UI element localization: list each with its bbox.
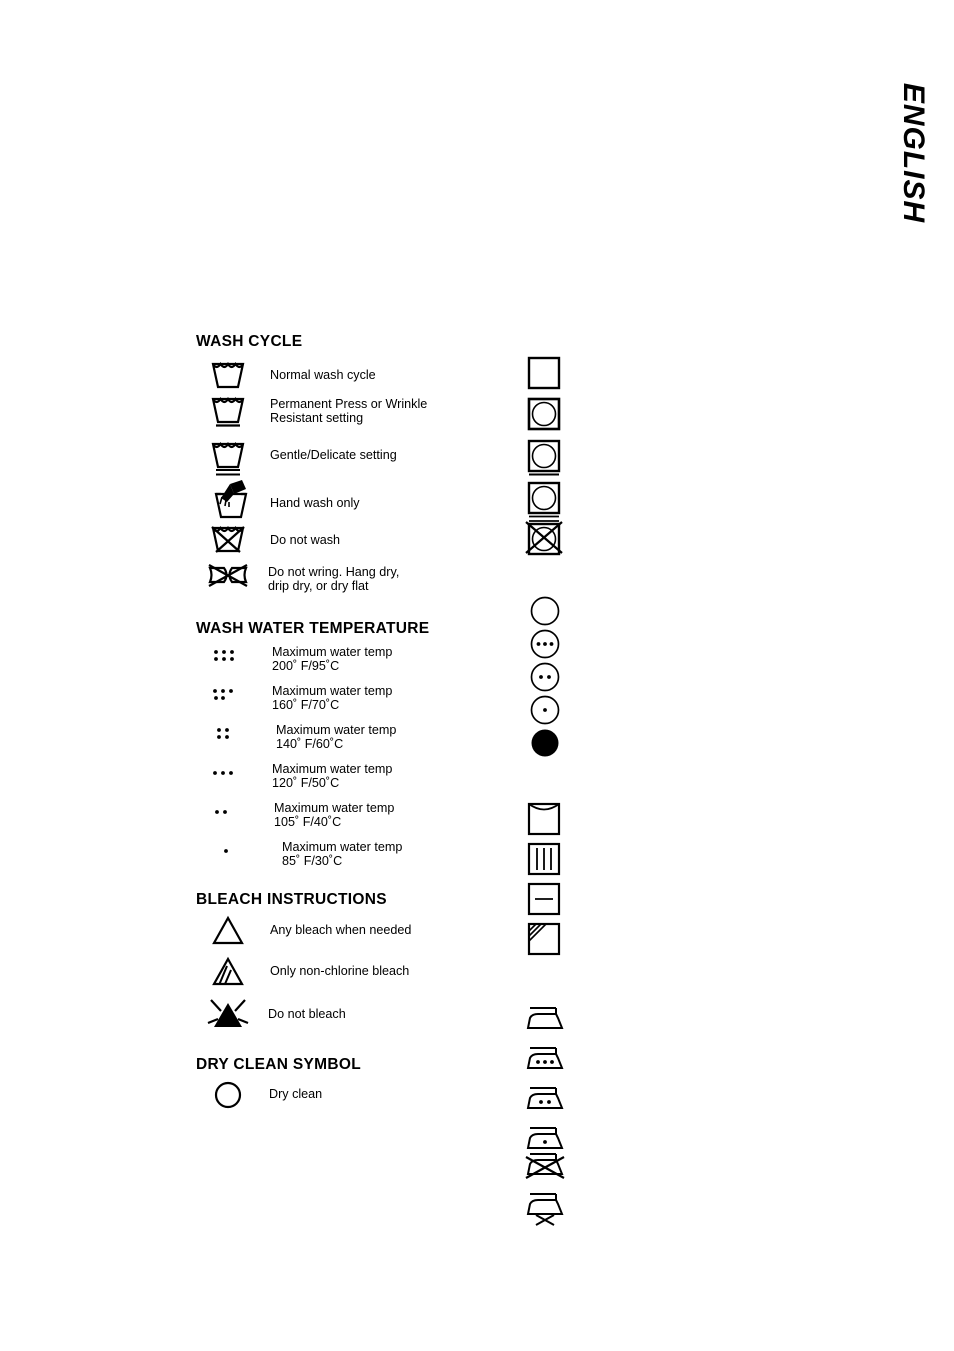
entry-label: Maximum water temp bbox=[272, 645, 393, 659]
entry-label-line2: 105˚ F/40˚C bbox=[274, 815, 342, 829]
iron-icon bbox=[524, 1004, 566, 1034]
dryclean-filled-icon bbox=[529, 727, 563, 759]
entry-label-line2: 200˚ F/95˚C bbox=[272, 659, 340, 673]
washtub-crossed-icon bbox=[208, 524, 248, 556]
entry-label: Do not bleach bbox=[268, 1007, 346, 1021]
iron-two-dots-icon bbox=[524, 1084, 566, 1114]
dryclean-three-dots-icon bbox=[529, 628, 563, 660]
section-title-bleach-instructions: BLEACH INSTRUCTIONS bbox=[196, 891, 387, 908]
five-dots-icon bbox=[210, 684, 242, 708]
do-not-wring-icon bbox=[206, 562, 252, 592]
four-dots-icon bbox=[214, 723, 246, 747]
square-icon bbox=[527, 356, 563, 390]
dryclean-circle-icon bbox=[529, 595, 563, 627]
entry-label-line2: 160˚ F/70˚C bbox=[272, 698, 340, 712]
entry-label: Normal wash cycle bbox=[270, 368, 376, 382]
six-dots-icon bbox=[210, 645, 242, 669]
tumble-dry-one-bar-icon bbox=[527, 439, 563, 479]
entry-label: Any bleach when needed bbox=[270, 923, 412, 937]
hang-dry-icon bbox=[527, 802, 563, 836]
entry-label: Do not wring. Hang dry, bbox=[268, 565, 400, 579]
tumble-dry-two-bar-icon bbox=[527, 481, 563, 525]
washtub-hand-icon bbox=[208, 478, 254, 522]
triangle-icon bbox=[208, 915, 248, 947]
tumble-dry-crossed-icon bbox=[525, 521, 563, 558]
entry-label-line2: 85˚ F/30˚C bbox=[282, 854, 343, 868]
entry-label-line2: drip dry, or dry flat bbox=[268, 579, 369, 593]
tumble-dry-icon bbox=[527, 397, 563, 431]
entry-label-line2: Resistant setting bbox=[270, 411, 364, 425]
entry-label: Only non-chlorine bleach bbox=[270, 964, 410, 978]
iron-three-dots-icon bbox=[524, 1044, 566, 1074]
triangle-filled-icon bbox=[206, 997, 250, 1031]
circle-icon bbox=[212, 1080, 246, 1110]
entry-label: Dry clean bbox=[269, 1087, 323, 1101]
entry-label: Maximum water temp bbox=[272, 684, 393, 698]
drip-dry-icon bbox=[527, 842, 563, 876]
three-dots-icon bbox=[210, 762, 242, 786]
washtub-two-bar-icon bbox=[208, 440, 248, 478]
entry-label: Maximum water temp bbox=[276, 723, 397, 737]
no-steam-iron-icon bbox=[524, 1190, 570, 1230]
washtub-icon bbox=[208, 360, 248, 390]
entry-label: Hand wash only bbox=[270, 496, 360, 510]
do-not-iron-icon bbox=[524, 1150, 570, 1188]
section-title-wash-water-temperature: WASH WATER TEMPERATURE bbox=[196, 620, 430, 637]
dryclean-two-dots-icon bbox=[529, 661, 563, 693]
entry-label: Maximum water temp bbox=[282, 840, 403, 854]
dry-in-shade-icon bbox=[527, 922, 563, 956]
triangle-striped-icon bbox=[208, 956, 248, 988]
entry-label-line2: 140˚ F/60˚C bbox=[276, 737, 344, 751]
entry-label: Maximum water temp bbox=[274, 801, 395, 815]
entry-label: Maximum water temp bbox=[272, 762, 393, 776]
care-symbol-sheet: WASH CYCLE Normal wash cycle Permanent P… bbox=[0, 0, 954, 1351]
section-title-dry-clean-symbol: DRY CLEAN SYMBOL bbox=[196, 1056, 361, 1073]
dryclean-one-dot-icon bbox=[529, 694, 563, 726]
entry-label-line2: 120˚ F/50˚C bbox=[272, 776, 340, 790]
two-dots-icon bbox=[212, 801, 244, 825]
dry-flat-icon bbox=[527, 882, 563, 916]
section-title-wash-cycle: WASH CYCLE bbox=[196, 333, 303, 350]
entry-label: Do not wash bbox=[270, 533, 341, 547]
entry-label: Permanent Press or Wrinkle bbox=[270, 397, 428, 411]
one-dot-icon bbox=[220, 840, 252, 864]
washtub-one-bar-icon bbox=[208, 395, 248, 429]
entry-label: Gentle/Delicate setting bbox=[270, 448, 397, 462]
